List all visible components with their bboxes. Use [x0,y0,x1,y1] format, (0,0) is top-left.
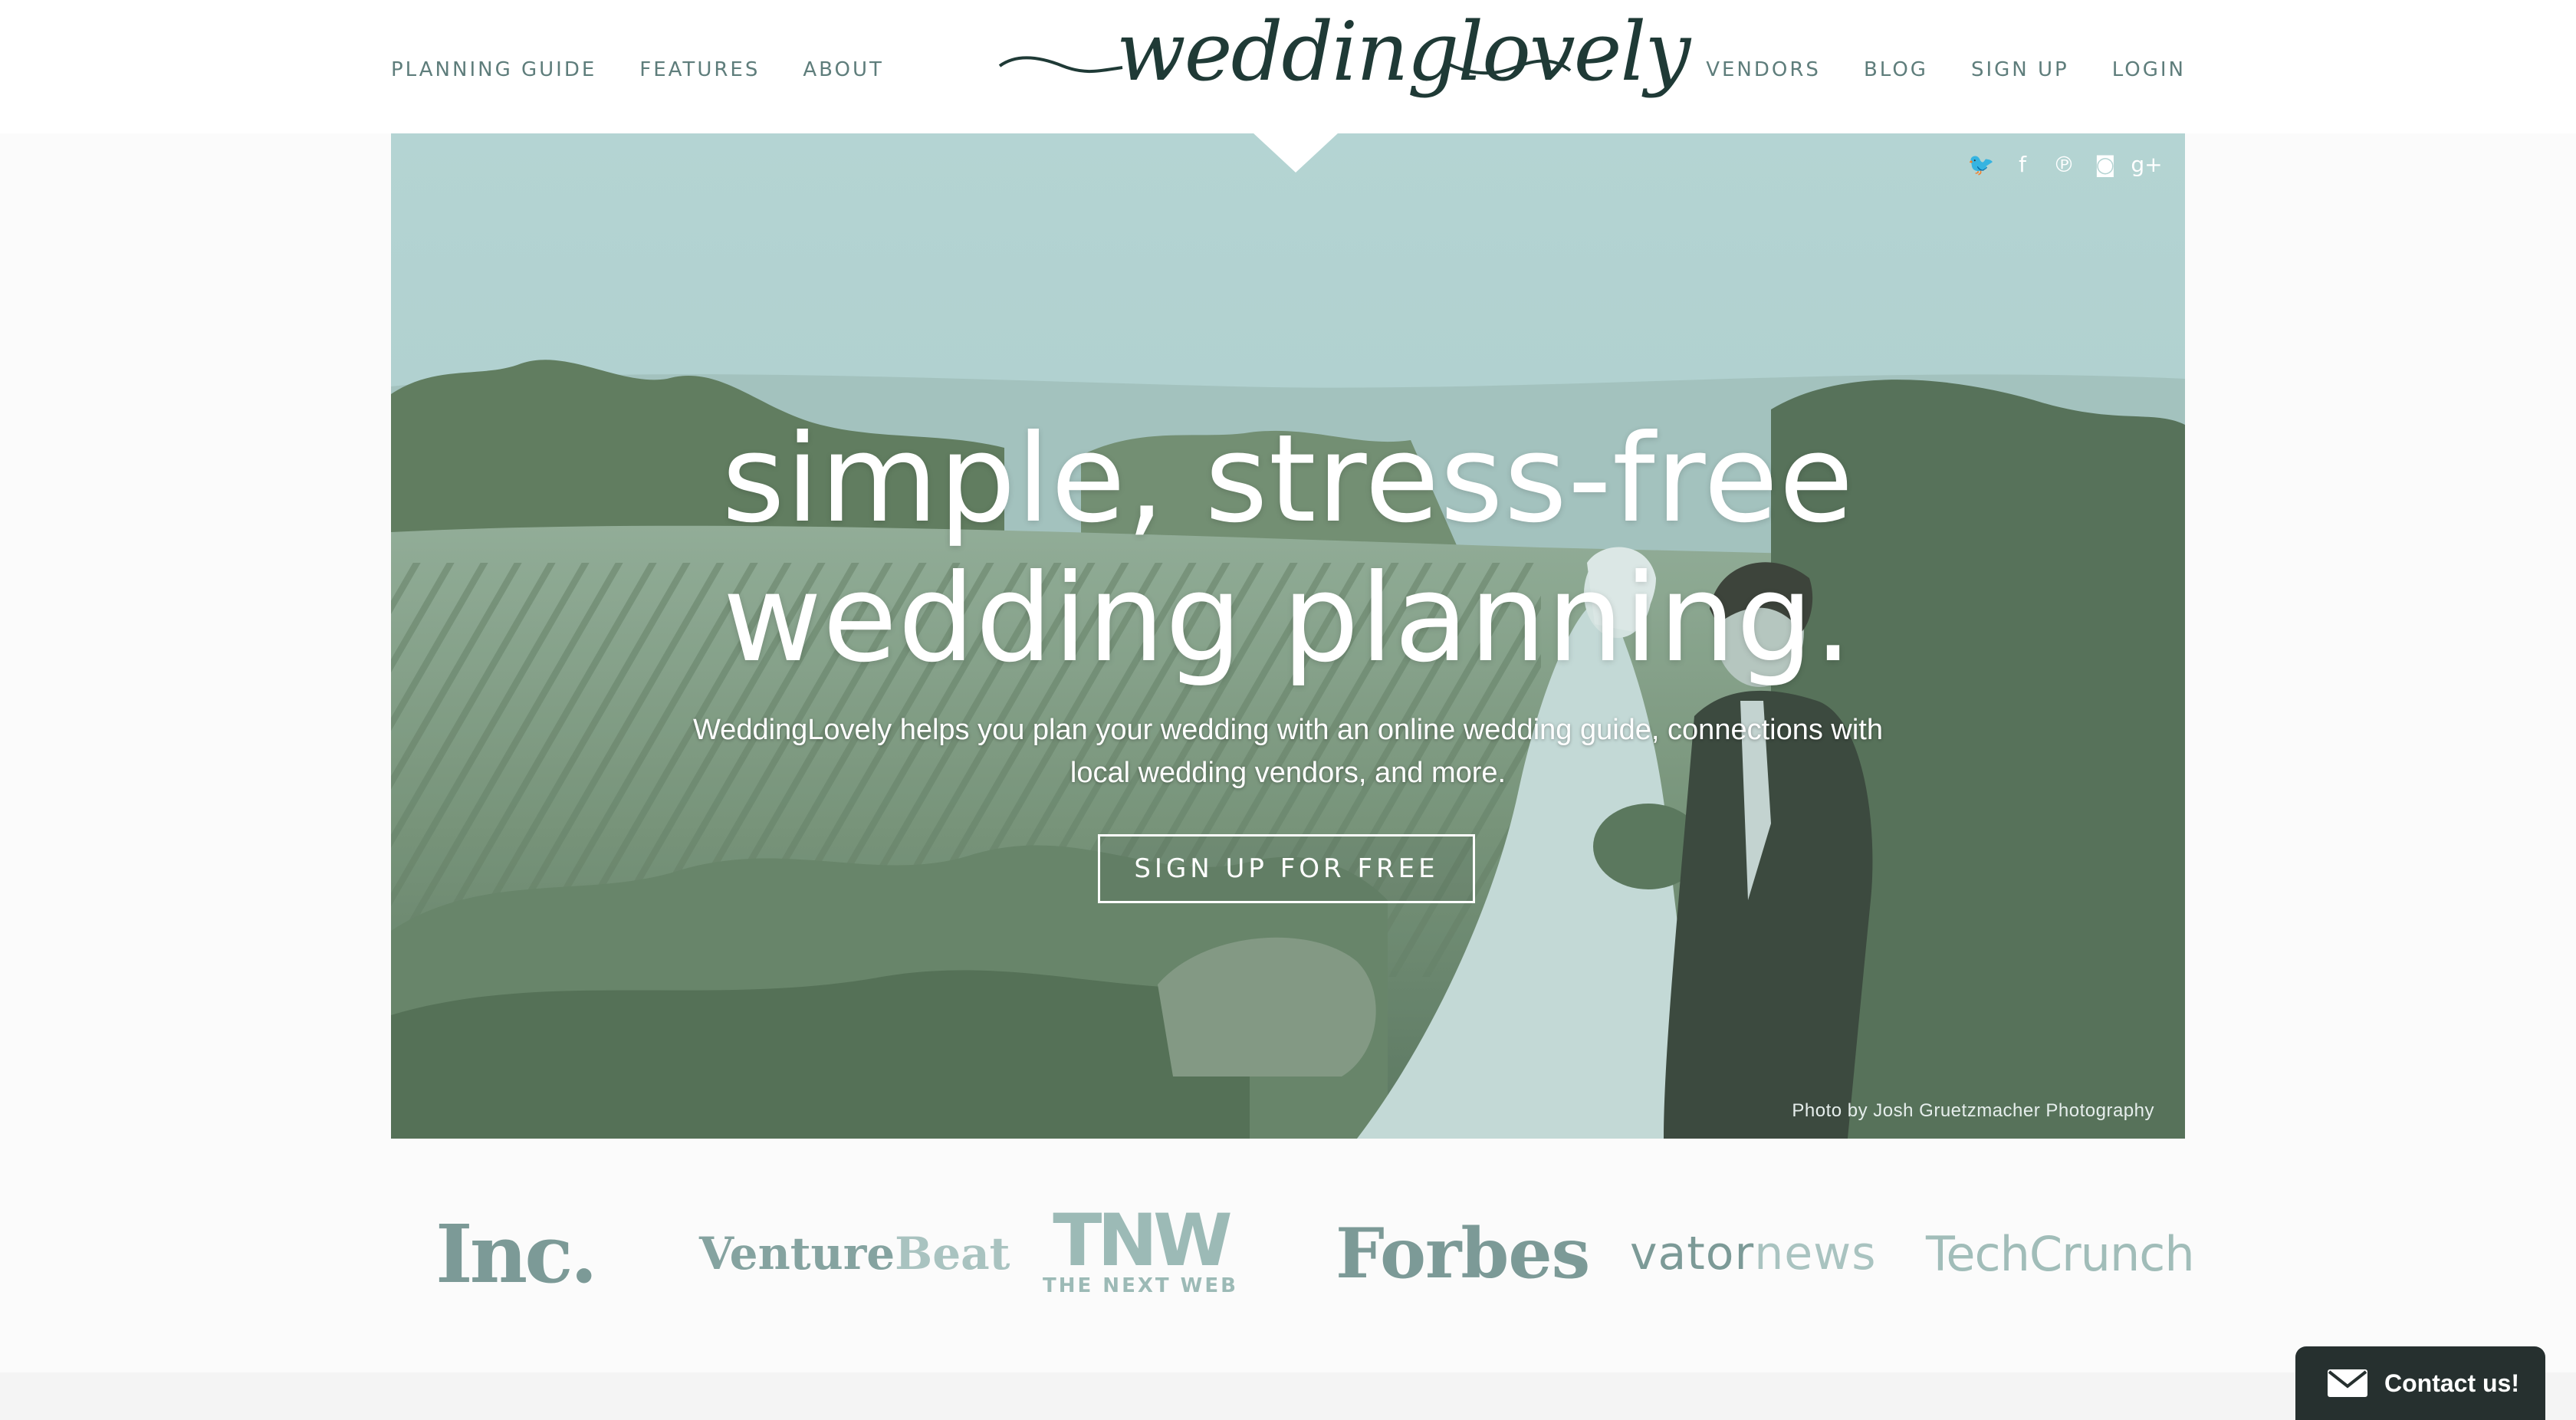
instagram-icon[interactable]: ◙ [2093,152,2118,177]
contact-us-label: Contact us! [2384,1369,2519,1397]
twitter-icon[interactable]: 🐦 [1968,152,1995,177]
page-bottom-band [0,1372,2576,1420]
hero-subtitle: WeddingLovely helps you plan your weddin… [621,708,1955,794]
tnw-logo-mark: TNW [1053,1199,1232,1283]
forbes-logo: Forbes [1336,1213,1590,1294]
hero-headline-line-1: simple, stress-free [721,409,1855,550]
vatornews-logo: vator news [1630,1196,1876,1311]
photo-credit[interactable]: Photo by Josh Gruetzmacher Photography [1792,1100,2154,1122]
nav-planning-guide[interactable]: PLANNING GUIDE [391,58,596,81]
primary-nav-right: VENDORS BLOG SIGN UP LOGIN [1706,58,2186,81]
press-logos: Inc. Venture Beat TNW THE NEXT WEB Forbes… [391,1196,2195,1311]
nav-vendors[interactable]: VENDORS [1706,58,1821,81]
venturebeat-logo-part-2: Beat [895,1228,1010,1280]
site-header: PLANNING GUIDE FEATURES ABOUT weddinglov… [0,0,2576,133]
tnw-logo: TNW THE NEXT WEB [1043,1196,1238,1311]
hero-subtitle-line-1: WeddingLovely helps you plan your weddin… [693,714,1883,746]
nav-sign-up[interactable]: SIGN UP [1971,58,2069,81]
site-logo[interactable]: weddinglovely [994,0,1691,133]
nav-features[interactable]: FEATURES [639,58,760,81]
facebook-icon[interactable]: f [2010,152,2035,177]
header-notch [1253,133,1339,173]
techcrunch-logo: TechCrunch [1926,1225,2195,1282]
google-plus-icon[interactable]: g+ [2131,152,2162,177]
inc-logo: Inc. [435,1206,598,1301]
venturebeat-logo-part-1: Venture [699,1228,895,1280]
nav-blog[interactable]: BLOG [1864,58,1928,81]
hero-headline-line-2: wedding planning. [722,548,1854,689]
vatornews-logo-part-1: vator [1630,1227,1755,1280]
sign-up-free-button[interactable]: SIGN UP FOR FREE [1098,834,1475,903]
hero-section: 🐦 f ℗ ◙ g+ simple, stress-free wedding p… [391,133,2185,1139]
contact-us-widget[interactable]: Contact us! [2295,1346,2545,1420]
hero-headline: simple, stress-free wedding planning. [391,409,2185,689]
primary-nav-left: PLANNING GUIDE FEATURES ABOUT [391,58,884,81]
venturebeat-logo: Venture Beat [699,1196,1010,1311]
logo-wordmark: weddinglovely [1116,5,1691,99]
envelope-icon [2328,1369,2367,1397]
social-links: 🐦 f ℗ ◙ g+ [1968,152,2163,177]
pinterest-icon[interactable]: ℗ [2052,152,2076,177]
vatornews-logo-part-2: news [1754,1227,1877,1280]
nav-about[interactable]: ABOUT [803,58,884,81]
tnw-logo-text: THE NEXT WEB [1043,1274,1238,1297]
nav-login[interactable]: LOGIN [2112,58,2186,81]
hero-subtitle-line-2: local wedding vendors, and more. [1070,757,1506,789]
